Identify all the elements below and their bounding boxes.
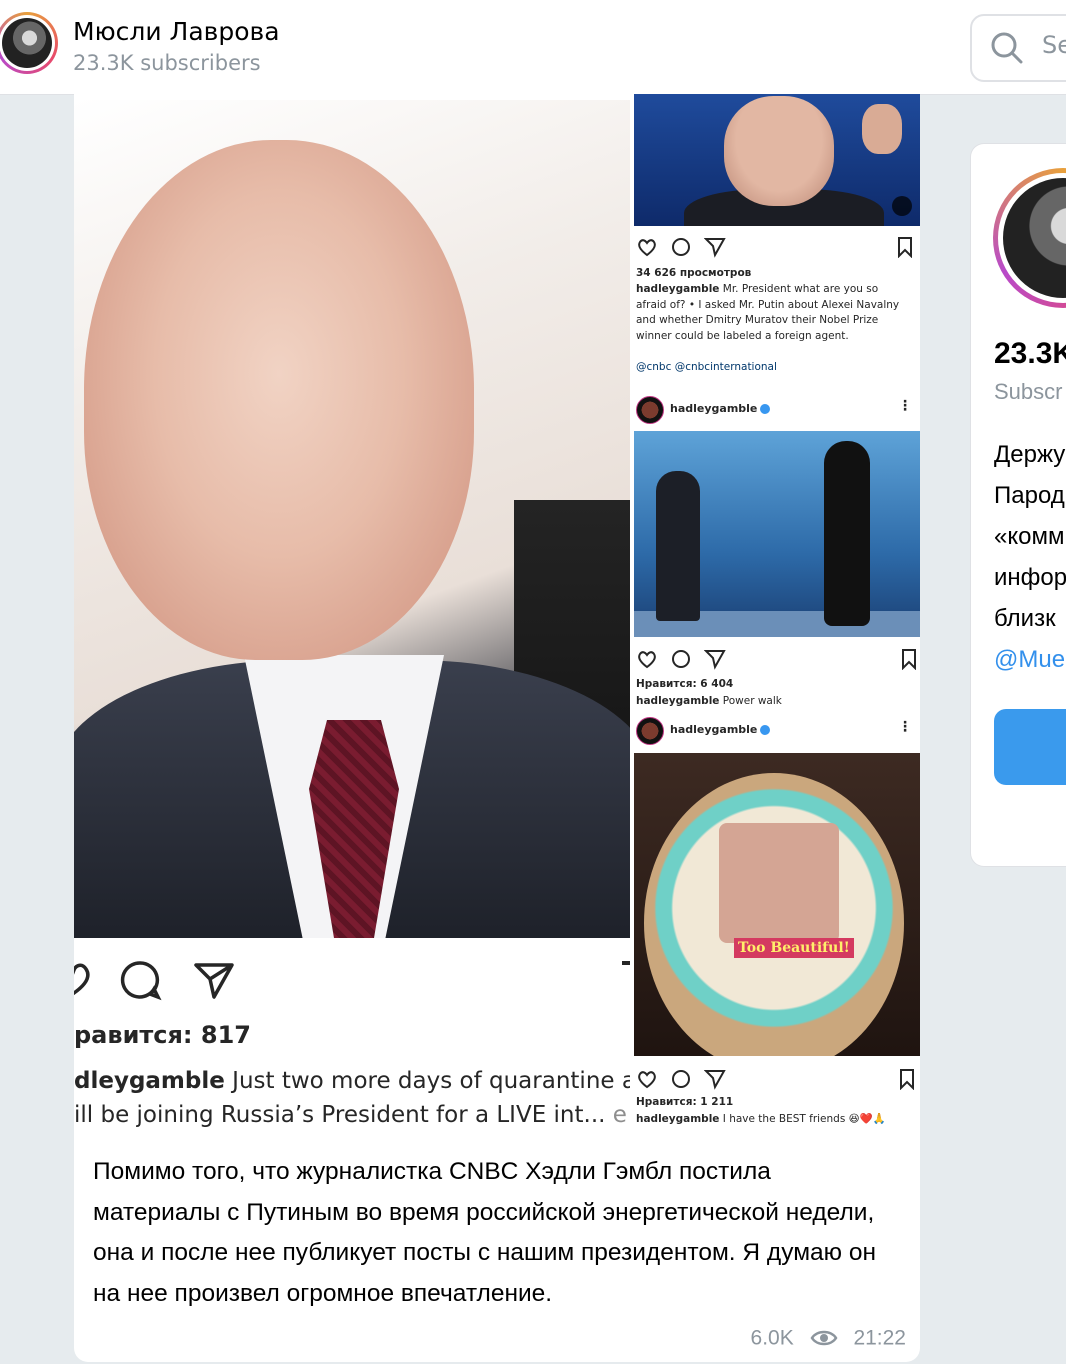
more-icon: ⋮ <box>898 719 912 735</box>
caption-line1: Just two more days of quarantine ar <box>224 1068 630 1094</box>
join-channel-button[interactable] <box>994 709 1066 785</box>
caption-more: e <box>605 1102 627 1128</box>
big-post-likes: равится: 817 <box>74 1021 251 1049</box>
comment-icon <box>672 1070 690 1088</box>
share-icon <box>194 963 234 999</box>
insta3-user-row: hadleygamble ⋮ <box>634 715 920 747</box>
heart-icon <box>638 239 656 257</box>
message-text: Помимо того, что журналистка CNBC Хэдли … <box>93 1158 876 1307</box>
desc-line: Пароди <box>994 482 1066 509</box>
big-post-caption: dleygamble Just two more days of quarant… <box>74 1064 630 1132</box>
channel-info-description: Держу Пароди «комм инфор близк @Mue <box>994 434 1066 680</box>
mute-icon <box>892 196 912 216</box>
bookmark-icon <box>898 237 912 258</box>
share-icon <box>704 238 726 258</box>
insta1-actions <box>634 234 920 260</box>
heart-icon <box>638 1071 656 1089</box>
insta3-actions <box>634 1066 920 1092</box>
comment-icon <box>672 238 690 256</box>
instagram-collage-right: 34 626 просмотров hadleygamble Mr. Presi… <box>630 94 920 1138</box>
heart-icon <box>74 963 90 996</box>
avatar <box>636 396 664 424</box>
insta1-caption: hadleygamble Mr. President what are you … <box>636 283 900 342</box>
share-icon <box>704 1070 726 1090</box>
share-icon <box>704 650 726 670</box>
channel-name[interactable]: Мюсли Лаврова <box>73 17 280 46</box>
insta2-caption: hadleygamble Power walk <box>636 695 782 707</box>
channel-info-count: 23.3K <box>994 337 1066 370</box>
caption-user: dleygamble <box>74 1068 225 1094</box>
eye-icon <box>810 1331 838 1346</box>
avatar <box>636 717 664 745</box>
channel-info-card: 23.3K Subscr Держу Пароди «комм инфор бл… <box>970 143 1066 867</box>
desc-line: «комм <box>994 523 1065 550</box>
insta2-actions <box>634 646 920 672</box>
search-icon <box>991 32 1023 64</box>
caption-line2: ill be joining Russia’s President for a … <box>74 1102 606 1128</box>
insta2-username: hadleygamble <box>670 402 758 415</box>
bookmark-icon <box>900 1069 914 1090</box>
verified-icon <box>760 404 771 414</box>
subscriber-count: 23.3K subscribers <box>73 51 261 75</box>
insta3-username: hadleygamble <box>670 723 758 736</box>
desc-line: Держу <box>994 441 1066 468</box>
message-photo[interactable]: равится: 817 dleygamble Just two more da… <box>74 94 920 1138</box>
comment-icon <box>120 961 162 1001</box>
insta3-caption: hadleygamble I have the BEST friends 😆❤️… <box>636 1113 886 1125</box>
more-icon: ⋮ <box>898 398 912 414</box>
insta3-likes: Нравится: 1 211 <box>636 1096 734 1108</box>
desc-line: близк <box>994 605 1056 632</box>
message-time: 21:22 <box>853 1326 906 1350</box>
chat-header: Мюсли Лаврова 23.3K subscribers Se <box>0 0 1066 95</box>
interview-video-image <box>634 94 920 226</box>
cake-label: Too Beautiful! <box>734 938 854 958</box>
insta2-likes: Нравится: 6 404 <box>636 678 734 690</box>
insta1-mentions: @cnbc @cnbcinternational <box>636 361 777 373</box>
message-meta: 6.0K 21:22 <box>751 1326 906 1350</box>
power-walk-image <box>634 431 920 637</box>
desc-line: инфор <box>994 564 1066 591</box>
insta1-views: 34 626 просмотров <box>636 267 752 279</box>
search-input[interactable]: Se <box>970 14 1066 82</box>
insta2-user-row: hadleygamble ⋮ <box>634 394 920 426</box>
heart-icon <box>638 651 656 669</box>
view-count: 6.0K <box>750 1326 794 1350</box>
channel-avatar[interactable] <box>0 12 58 80</box>
verified-icon <box>760 725 771 735</box>
channel-info-sub-label: Subscr <box>994 379 1063 404</box>
search-placeholder: Se <box>1042 31 1066 59</box>
putin-portrait-image <box>74 100 630 938</box>
bookmark-icon <box>902 649 916 670</box>
channel-info-link[interactable]: @Mue <box>994 639 1066 680</box>
message-bubble: равится: 817 dleygamble Just two more da… <box>74 94 920 1362</box>
birthday-cake-image: Too Beautiful! <box>634 753 920 1056</box>
channel-info-avatar[interactable] <box>993 168 1066 308</box>
big-post-actions <box>74 959 638 1001</box>
comment-icon <box>672 650 690 668</box>
